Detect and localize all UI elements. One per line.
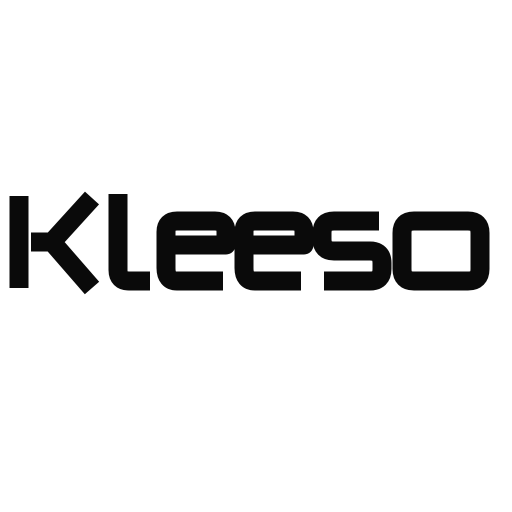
glyph-e-2 (234, 211, 314, 291)
glyph-e-1 (156, 211, 236, 291)
glyph-k (9, 191, 100, 295)
glyph-o (392, 211, 490, 291)
logo-canvas (0, 0, 512, 512)
wordmark-glyphs (9, 191, 490, 295)
glyph-s (312, 211, 392, 291)
glyph-l (108, 194, 150, 291)
kleeso-wordmark-logo (9, 191, 490, 295)
